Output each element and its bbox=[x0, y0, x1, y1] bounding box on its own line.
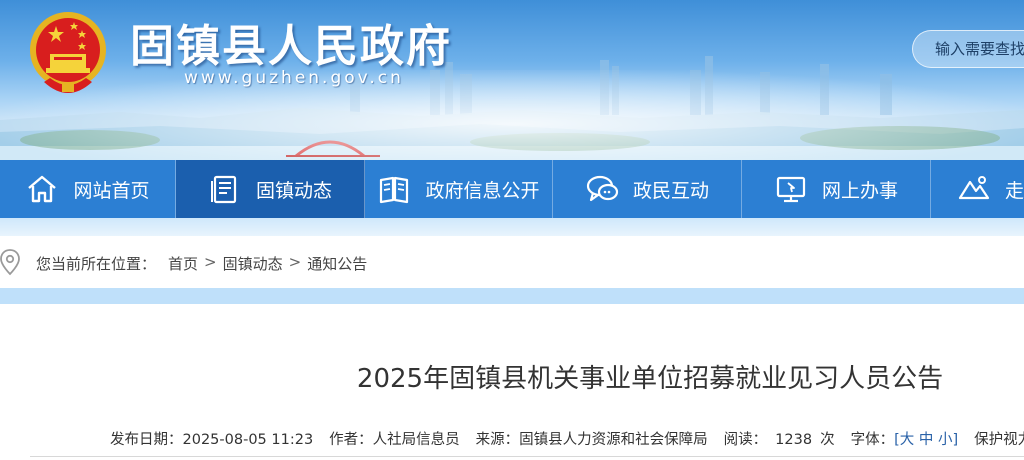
views-unit: 次 bbox=[820, 432, 835, 448]
home-icon bbox=[28, 175, 57, 203]
location-pin-icon bbox=[0, 249, 20, 276]
breadcrumb: 您当前所在位置： 首页 > 固镇动态 > 通知公告 bbox=[0, 236, 1024, 288]
book-icon bbox=[380, 176, 409, 204]
national-emblem-icon bbox=[30, 12, 106, 93]
author-value: 人社局信息员 bbox=[372, 432, 460, 448]
nav-item-interaction[interactable]: 政民互动 bbox=[553, 160, 742, 218]
nav-item-label: 政府信息公开 bbox=[425, 179, 540, 202]
nav-item-label: 政民互动 bbox=[632, 179, 709, 202]
article-title: 2025年固镇县机关事业单位招募就业见习人员公告 bbox=[356, 364, 944, 394]
nav-item-news[interactable]: 固镇动态 bbox=[176, 160, 365, 218]
date-label: 发布日期： bbox=[110, 432, 183, 448]
nav-item-label: 网站首页 bbox=[73, 179, 150, 202]
views-label: 阅读： bbox=[723, 432, 768, 448]
nav-item-home[interactable]: 网站首页 bbox=[0, 160, 176, 218]
breadcrumb-separator: > bbox=[204, 253, 217, 271]
monitor-icon bbox=[776, 176, 806, 203]
nav-item-label: 走 bbox=[1005, 179, 1024, 202]
header-banner: 固镇县人民政府 www.guzhen.gov.cn 输入需要查找 bbox=[0, 0, 1024, 160]
nav-item-label: 网上办事 bbox=[821, 179, 898, 202]
chat-icon bbox=[586, 175, 619, 202]
mountain-icon bbox=[958, 176, 990, 200]
nav-item-gov-info[interactable]: 政府信息公开 bbox=[365, 160, 553, 218]
site-title: 固镇县人民政府 bbox=[130, 21, 452, 72]
breadcrumb-bottom-band bbox=[0, 288, 1024, 304]
site-url: www.guzhen.gov.cn bbox=[184, 68, 404, 88]
author-label: 作者： bbox=[329, 432, 373, 448]
views-count: 1238 bbox=[775, 432, 813, 448]
search-input[interactable]: 输入需要查找 bbox=[912, 30, 1024, 68]
nav-item-label: 固镇动态 bbox=[255, 179, 332, 202]
font-size-switcher: [大 中 小] bbox=[894, 428, 958, 449]
breadcrumb-link-home[interactable]: 首页 bbox=[168, 253, 198, 274]
breadcrumb-top-band bbox=[0, 218, 1024, 236]
banner-haze bbox=[0, 70, 1024, 160]
document-icon bbox=[210, 175, 237, 204]
nav-item-online-service[interactable]: 网上办事 bbox=[742, 160, 931, 218]
meta-divider bbox=[30, 456, 1024, 457]
breadcrumb-label: 您当前所在位置： bbox=[36, 255, 157, 273]
breadcrumb-trail: 首页 > 固镇动态 > 通知公告 bbox=[168, 253, 367, 274]
publish-date: 2025-08-05 11:23 bbox=[182, 432, 314, 448]
nav-item-explore[interactable]: 走 bbox=[931, 160, 1024, 218]
main-nav: 网站首页 固镇动态 政府信息公开 政民互动 网上办事 走 bbox=[0, 160, 1024, 218]
font-size-small[interactable]: 小 bbox=[938, 432, 953, 448]
breadcrumb-link-notices[interactable]: 通知公告 bbox=[307, 253, 367, 274]
source-value: 固镇县人力资源和社会保障局 bbox=[519, 432, 708, 448]
font-size-medium[interactable]: 中 bbox=[919, 432, 934, 448]
article-meta: 发布日期： 2025-08-05 11:23 作者： 人社局信息员 来源： 固镇… bbox=[110, 428, 1024, 449]
font-size-label: 字体： bbox=[850, 432, 895, 448]
eye-protection-toggle[interactable]: 保护视力色 bbox=[974, 428, 1024, 449]
font-size-large[interactable]: 大 bbox=[900, 432, 915, 448]
breadcrumb-separator: > bbox=[288, 253, 302, 271]
source-label: 来源： bbox=[475, 432, 520, 448]
font-bracket-close: ] bbox=[952, 432, 959, 448]
breadcrumb-link-news[interactable]: 固镇动态 bbox=[223, 253, 283, 274]
